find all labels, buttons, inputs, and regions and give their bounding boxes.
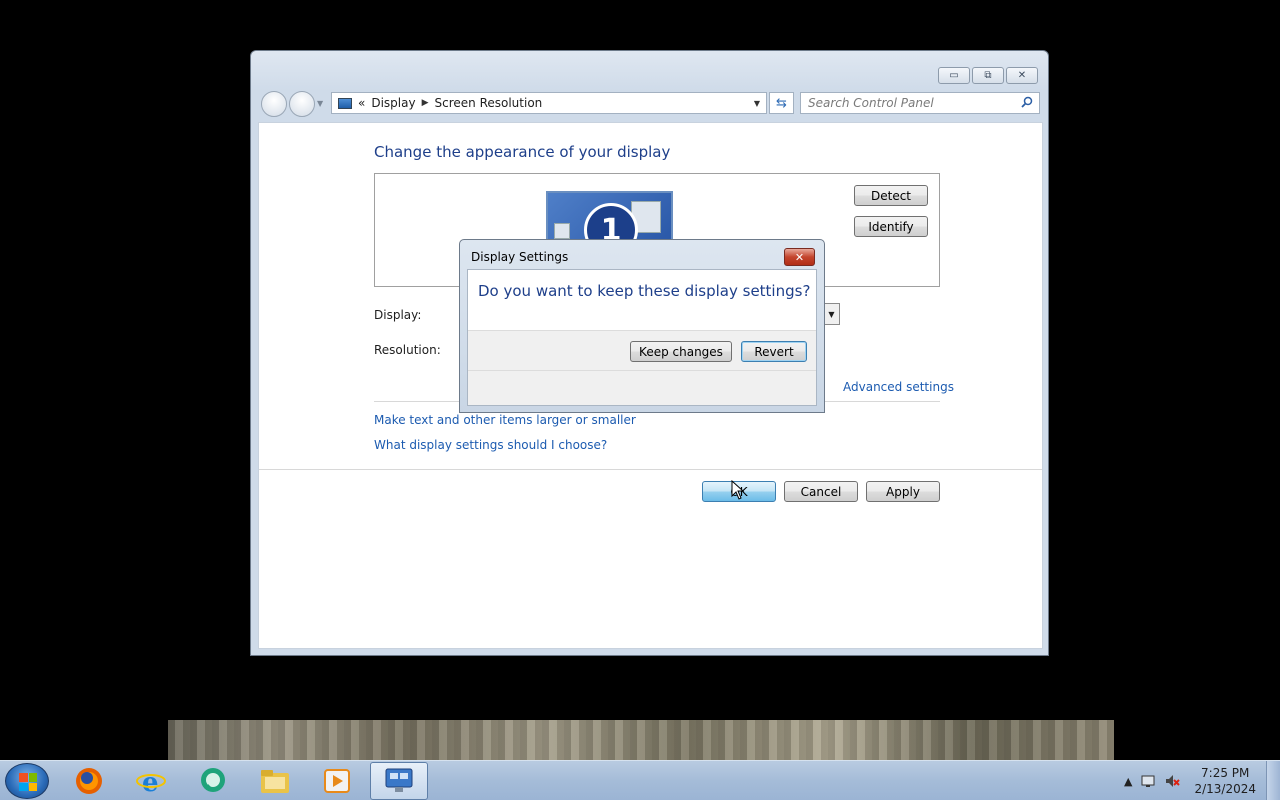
clock-date: 2/13/2024: [1194, 782, 1256, 796]
display-dropdown-arrow-icon[interactable]: ▼: [823, 303, 840, 325]
monitor-number: 1: [584, 203, 638, 241]
monitor-window-graphic-small: [554, 223, 570, 239]
firefox-icon: [76, 768, 102, 794]
text-size-link[interactable]: Make text and other items larger or smal…: [374, 413, 636, 427]
navigation-bar: ▼ « Display ▶ Screen Resolution ▼ ⇆ Sear…: [259, 91, 1040, 117]
display-help-link[interactable]: What display settings should I choose?: [374, 438, 607, 452]
display-settings-icon: [385, 768, 413, 792]
show-desktop-button[interactable]: [1266, 761, 1280, 800]
dialog-question: Do you want to keep these display settin…: [478, 282, 811, 300]
dialog-button-bar: Keep changes Revert: [468, 330, 816, 370]
display-settings-dialog: Display Settings ✕ Do you want to keep t…: [459, 239, 825, 413]
internet-explorer-icon: e: [136, 768, 166, 796]
breadcrumb-display[interactable]: Display: [371, 96, 415, 110]
taskbar-file-explorer[interactable]: [246, 762, 304, 800]
back-button[interactable]: [261, 91, 287, 117]
footer-divider: [259, 469, 1042, 470]
taskbar-media-player[interactable]: [308, 762, 366, 800]
volume-muted-icon[interactable]: [1164, 773, 1181, 789]
taskbar-control-panel[interactable]: [370, 762, 428, 800]
chat-app-icon: [201, 768, 225, 792]
address-bar[interactable]: « Display ▶ Screen Resolution ▼: [331, 92, 767, 114]
folder-icon: [261, 770, 289, 793]
advanced-settings-link[interactable]: Advanced settings: [843, 380, 954, 394]
start-button[interactable]: [5, 763, 49, 799]
display-label: Display:: [374, 308, 422, 322]
media-player-icon: [324, 769, 350, 793]
mouse-cursor-icon: [731, 480, 745, 500]
clock-time: 7:25 PM: [1201, 766, 1250, 780]
resolution-label: Resolution:: [374, 343, 441, 357]
minimize-button[interactable]: ▭: [938, 67, 970, 84]
identify-button[interactable]: Identify: [854, 216, 928, 237]
apply-button[interactable]: Apply: [866, 481, 940, 502]
desktop-wallpaper: [168, 720, 1114, 762]
search-placeholder: Search Control Panel: [808, 96, 934, 110]
close-window-button[interactable]: ✕: [1006, 67, 1038, 84]
taskbar-firefox[interactable]: [60, 762, 118, 800]
breadcrumb-separator-icon[interactable]: ▶: [422, 98, 429, 108]
show-hidden-icons-icon[interactable]: ▲: [1124, 775, 1132, 788]
search-input[interactable]: Search Control Panel: [800, 92, 1040, 114]
svg-text:e: e: [142, 768, 159, 796]
system-tray: ▲: [1124, 773, 1181, 789]
taskbar-internet-explorer[interactable]: e: [122, 762, 180, 800]
clock[interactable]: 7:25 PM 2/13/2024: [1194, 765, 1256, 797]
dialog-body: Do you want to keep these display settin…: [467, 269, 817, 406]
breadcrumb-screen-resolution[interactable]: Screen Resolution: [435, 96, 543, 110]
search-icon[interactable]: [1021, 96, 1033, 108]
dialog-close-button[interactable]: ✕: [784, 248, 815, 266]
address-dropdown-icon[interactable]: ▼: [754, 99, 760, 108]
control-panel-icon: [338, 97, 352, 109]
windows-logo-icon: [19, 773, 37, 791]
page-title: Change the appearance of your display: [374, 143, 671, 161]
taskbar-chat-app[interactable]: [184, 762, 242, 800]
breadcrumb-overflow[interactable]: «: [358, 96, 365, 110]
dialog-title: Display Settings: [471, 250, 569, 264]
network-icon[interactable]: [1140, 773, 1156, 789]
recent-pages-dropdown[interactable]: ▼: [317, 99, 323, 108]
keep-changes-button[interactable]: Keep changes: [630, 341, 732, 362]
dialog-footer: [468, 370, 816, 405]
refresh-button[interactable]: ⇆: [769, 92, 794, 114]
taskbar: e ▲ 7:25 PM 2/13/2024: [0, 760, 1280, 800]
window-controls: ▭ ⧉ ✕: [938, 67, 1038, 84]
revert-button[interactable]: Revert: [741, 341, 807, 362]
detect-button[interactable]: Detect: [854, 185, 928, 206]
cancel-button[interactable]: Cancel: [784, 481, 858, 502]
maximize-button[interactable]: ⧉: [972, 67, 1004, 84]
forward-button[interactable]: [289, 91, 315, 117]
monitor-1-icon[interactable]: 1: [546, 191, 673, 241]
